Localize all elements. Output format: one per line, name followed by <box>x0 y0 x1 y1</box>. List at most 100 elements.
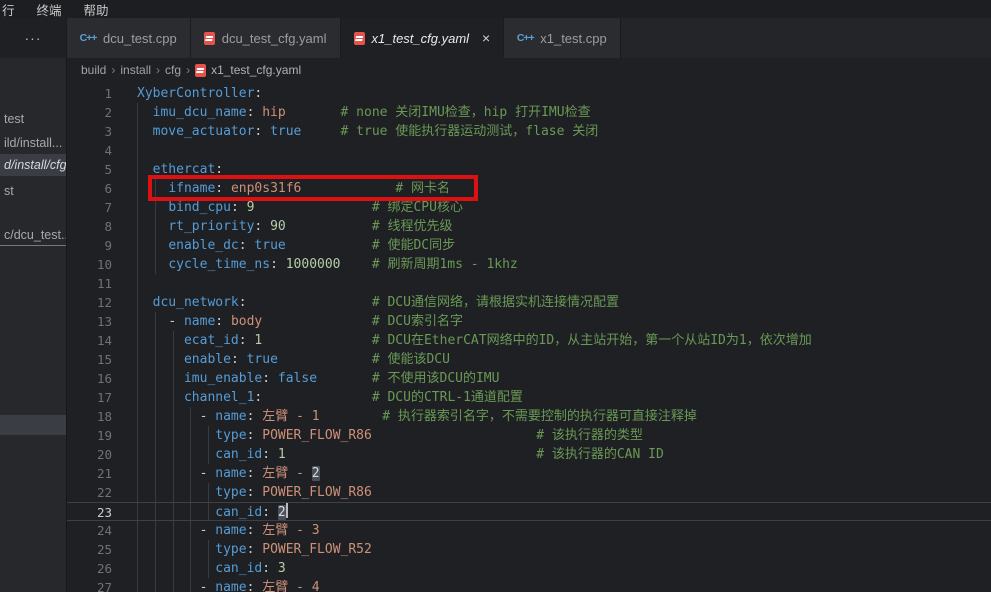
token-bool: true <box>270 124 301 139</box>
token-pln <box>137 333 184 348</box>
token-pln <box>270 561 278 576</box>
code-line-text[interactable]: bind_cpu: 9 # 绑定CPU核心 <box>125 198 991 217</box>
line-number: 25 <box>67 540 125 559</box>
code-line-text[interactable]: type: POWER_FLOW_R86 <box>125 483 991 502</box>
sidebar-item[interactable]: ild/install... <box>0 132 66 154</box>
token-cmt: # 使能该DCU <box>372 352 450 367</box>
code-line-text[interactable]: enable_dc: true # 使能DC同步 <box>125 236 991 255</box>
code-line-text[interactable]: enable: true # 使能该DCU <box>125 350 991 369</box>
token-pln <box>341 257 372 272</box>
code-line-text[interactable]: ecat_id: 1 # DCU在EtherCAT网络中的ID，从主站开始，第一… <box>125 331 991 350</box>
token-str: body <box>231 314 262 329</box>
code-line-text[interactable]: dcu_network: # DCU通信网络，请根据实机连接情况配置 <box>125 293 991 312</box>
code-line-text[interactable]: type: POWER_FLOW_R52 <box>125 540 991 559</box>
code-line: 9 enable_dc: true # 使能DC同步 <box>67 236 991 255</box>
token-pln <box>137 181 168 196</box>
token-pln <box>270 505 278 520</box>
sidebar-item[interactable]: st <box>0 180 66 202</box>
token-pln <box>286 238 372 253</box>
token-punc: : <box>215 162 223 177</box>
sidebar-item[interactable]: d/install/cfg <box>0 154 66 176</box>
line-number: 17 <box>67 388 125 407</box>
menu-item[interactable]: 终端 <box>28 0 71 19</box>
token-punc: - <box>200 523 216 538</box>
code-line-text[interactable]: - name: 左臂 - 2 <box>125 464 991 483</box>
code-line-text[interactable]: - name: 左臂 - 4 <box>125 578 991 592</box>
code-editor[interactable]: 1XyberController:2 imu_dcu_name: hip # n… <box>67 82 991 592</box>
code-line-text[interactable]: imu_enable: false # 不使用该DCU的IMU <box>125 369 991 388</box>
token-punc: : <box>239 295 247 310</box>
line-number: 22 <box>67 483 125 502</box>
code-line-text[interactable]: can_id: 2 <box>125 503 991 522</box>
code-line: 20 can_id: 1 # 该执行器的CAN ID <box>67 445 991 464</box>
code-line-text[interactable]: can_id: 1 # 该执行器的CAN ID <box>125 445 991 464</box>
token-pln <box>137 257 168 272</box>
code-line: 27 - name: 左臂 - 4 <box>67 578 991 592</box>
close-tab-icon[interactable]: × <box>482 31 490 45</box>
chevron-right-icon: › <box>111 63 115 77</box>
menu-item[interactable]: 行 <box>0 0 24 19</box>
code-line-text[interactable]: XyberController: <box>125 84 991 103</box>
code-line: 19 type: POWER_FLOW_R86 # 该执行器的类型 <box>67 426 991 445</box>
code-line-text[interactable]: ethercat: <box>125 160 991 179</box>
code-line-text[interactable]: imu_dcu_name: hip # none 关闭IMU检查，hip 打开I… <box>125 103 991 122</box>
token-pln <box>270 447 278 462</box>
code-line-text[interactable]: - name: body # DCU索引名字 <box>125 312 991 331</box>
sidebar-item[interactable]: test <box>0 108 66 130</box>
code-line-text[interactable]: - name: 左臂 - 3 <box>125 521 991 540</box>
code-line: 13 - name: body # DCU索引名字 <box>67 312 991 331</box>
token-str: 左臂 - 4 <box>262 580 319 592</box>
token-pln <box>301 181 395 196</box>
breadcrumb-file[interactable]: x1_test_cfg.yaml <box>195 63 301 77</box>
sidebar-item[interactable]: c/dcu_test... <box>0 224 66 246</box>
token-pln <box>137 466 200 481</box>
line-number: 24 <box>67 521 125 540</box>
breadcrumb-segment[interactable]: cfg <box>165 63 181 77</box>
tab-x1_test.cpp[interactable]: C++x1_test.cpp <box>504 18 621 58</box>
code-line: 1XyberController: <box>67 84 991 103</box>
editor-actions-overflow[interactable]: ··· <box>0 18 67 58</box>
tab-x1_test_cfg.yaml[interactable]: x1_test_cfg.yaml× <box>341 18 505 58</box>
line-number: 20 <box>67 445 125 464</box>
token-pln <box>247 295 372 310</box>
token-cmt: # 不使用该DCU的IMU <box>372 371 500 386</box>
token-cmt: # DCU在EtherCAT网络中的ID，从主站开始，第一个从站ID为1，依次增… <box>372 333 812 348</box>
token-punc: - <box>200 580 216 592</box>
cpp-file-icon: C++ <box>80 31 96 46</box>
code-line-text[interactable]: channel_1: # DCU的CTRL-1通道配置 <box>125 388 991 407</box>
tab-dcu_test_cfg.yaml[interactable]: dcu_test_cfg.yaml <box>191 18 341 58</box>
token-key: enable_dc <box>168 238 238 253</box>
breadcrumb-segment[interactable]: build <box>81 63 106 77</box>
token-pln <box>278 352 372 367</box>
token-key: can_id <box>215 447 262 462</box>
code-line: 7 bind_cpu: 9 # 绑定CPU核心 <box>67 198 991 217</box>
menu-item[interactable]: 帮助 <box>75 0 118 19</box>
line-number: 16 <box>67 369 125 388</box>
code-line: 25 type: POWER_FLOW_R52 <box>67 540 991 559</box>
code-line-text[interactable]: - name: 左臂 - 1 # 执行器索引名字，不需要控制的执行器可直接注释掉 <box>125 407 991 426</box>
code-line: 3 move_actuator: true # true 使能执行器运动测试，f… <box>67 122 991 141</box>
code-line-text[interactable]: can_id: 3 <box>125 559 991 578</box>
sidebar-selected-row[interactable] <box>0 415 66 435</box>
token-punc: : <box>270 257 278 272</box>
code-line-text[interactable]: ifname: enp0s31f6 # 网卡名 <box>125 179 991 198</box>
line-number: 13 <box>67 312 125 331</box>
token-punc: - <box>168 314 184 329</box>
token-pln <box>286 447 536 462</box>
token-punc: : <box>239 238 247 253</box>
tab-dcu_test.cpp[interactable]: C++dcu_test.cpp <box>67 18 191 58</box>
token-cmt: # 网卡名 <box>395 181 450 196</box>
code-line-text[interactable]: rt_priority: 90 # 线程优先级 <box>125 217 991 236</box>
token-punc: - <box>200 466 216 481</box>
token-str: POWER_FLOW_R52 <box>262 542 372 557</box>
token-key: can_id <box>215 505 262 520</box>
code-line-text[interactable]: move_actuator: true # true 使能执行器运动测试，fla… <box>125 122 991 141</box>
code-line: 18 - name: 左臂 - 1 # 执行器索引名字，不需要控制的执行器可直接… <box>67 407 991 426</box>
token-pln <box>239 352 247 367</box>
line-number: 2 <box>67 103 125 122</box>
code-line-text[interactable]: cycle_time_ns: 1000000 # 刷新周期1ms - 1khz <box>125 255 991 274</box>
breadcrumb-segment[interactable]: install <box>120 63 151 77</box>
token-pln <box>137 352 184 367</box>
code-line-text[interactable]: type: POWER_FLOW_R86 # 该执行器的类型 <box>125 426 991 445</box>
code-line: 2 imu_dcu_name: hip # none 关闭IMU检查，hip 打… <box>67 103 991 122</box>
